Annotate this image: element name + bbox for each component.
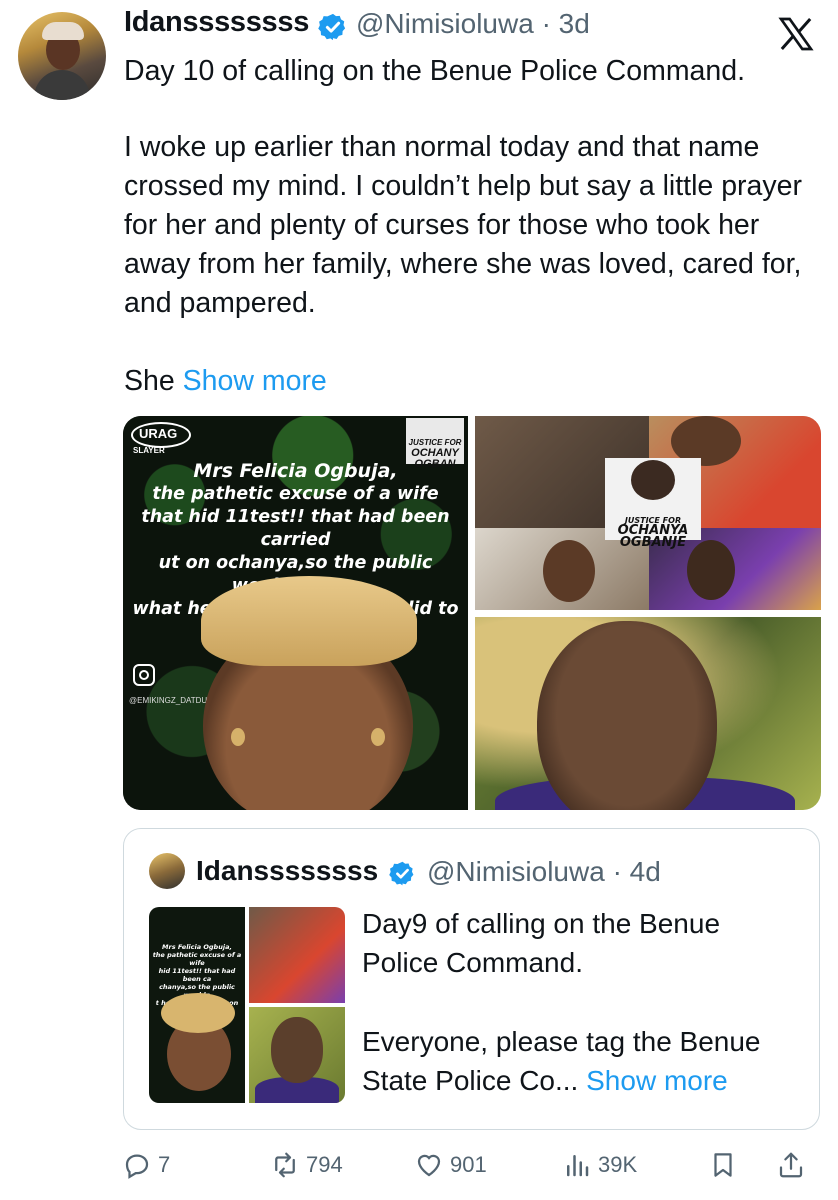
- repost-count: 794: [306, 1152, 343, 1177]
- author-name[interactable]: Idanssssssss: [124, 6, 309, 39]
- author-avatar[interactable]: [18, 12, 106, 100]
- x-logo-icon: [778, 17, 814, 51]
- heart-icon: [417, 1154, 441, 1177]
- quoted-handle-time[interactable]: @Nimisioluwa · 4d: [427, 856, 661, 888]
- quoted-verified-badge-icon: [389, 861, 414, 886]
- share-icon: [779, 1152, 803, 1178]
- instagram-icon: [133, 664, 155, 686]
- like-count: 901: [450, 1152, 487, 1177]
- reply-count: 7: [158, 1152, 171, 1177]
- views-button[interactable]: 39K: [562, 1148, 637, 1182]
- earring-right: [371, 728, 385, 746]
- quoted-author-name[interactable]: Idanssssssss: [196, 855, 378, 887]
- reply-icon: [125, 1154, 149, 1179]
- bookmark-button[interactable]: [708, 1148, 744, 1182]
- tweet-text-paragraph: I woke up earlier than normal today and …: [124, 131, 802, 319]
- quoted-author-avatar[interactable]: [149, 853, 185, 889]
- bookmark-icon: [714, 1153, 732, 1177]
- quoted-show-more-link[interactable]: Show more: [586, 1065, 728, 1096]
- views-count: 39K: [598, 1152, 638, 1177]
- quoted-media-thumbnail[interactable]: Mrs Felicia Ogbuja, the pathetic excuse …: [149, 907, 345, 1103]
- durag-slayer-logo: URAG SLAYER: [127, 422, 193, 456]
- repost-icon: [275, 1152, 295, 1178]
- media-image-2[interactable]: JUSTICE FOR OCHANYA OGBANJE: [475, 416, 821, 610]
- quoted-text-1: Day9 of calling on the Benue Police Comm…: [362, 908, 721, 978]
- reply-button[interactable]: 7: [122, 1148, 170, 1182]
- media-image-1[interactable]: URAG SLAYER JUSTICE FOR OCHANY OGBAN Mrs…: [123, 416, 468, 810]
- quoted-text-2: Everyone, please tag the Benue State Pol…: [362, 1022, 802, 1100]
- justice-tag: JUSTICE FOR OCHANY OGBAN: [406, 418, 464, 470]
- quoted-ellipsis: ...: [555, 1065, 579, 1096]
- man-photo: [537, 621, 717, 810]
- author-handle-time[interactable]: @Nimisioluwa · 3d: [356, 8, 590, 40]
- justice-poster: JUSTICE FOR OCHANYA OGBANJE: [605, 458, 701, 549]
- views-chart-icon: [567, 1155, 589, 1177]
- verified-badge-icon: [318, 13, 346, 41]
- tweet-text-line1: Day 10 of calling on the Benue Police Co…: [124, 55, 746, 87]
- earring-left: [231, 728, 245, 746]
- media-grid: URAG SLAYER JUSTICE FOR OCHANY OGBAN Mrs…: [123, 416, 821, 810]
- headwrap: [201, 576, 417, 666]
- tweet-text-start: She: [124, 365, 183, 397]
- tweet-text-truncated: She Show more: [124, 362, 814, 401]
- like-button[interactable]: 901: [414, 1148, 487, 1182]
- share-button[interactable]: [776, 1148, 812, 1182]
- media-image-3[interactable]: [475, 617, 821, 810]
- repost-button[interactable]: 794: [270, 1148, 343, 1182]
- show-more-link[interactable]: Show more: [183, 365, 327, 397]
